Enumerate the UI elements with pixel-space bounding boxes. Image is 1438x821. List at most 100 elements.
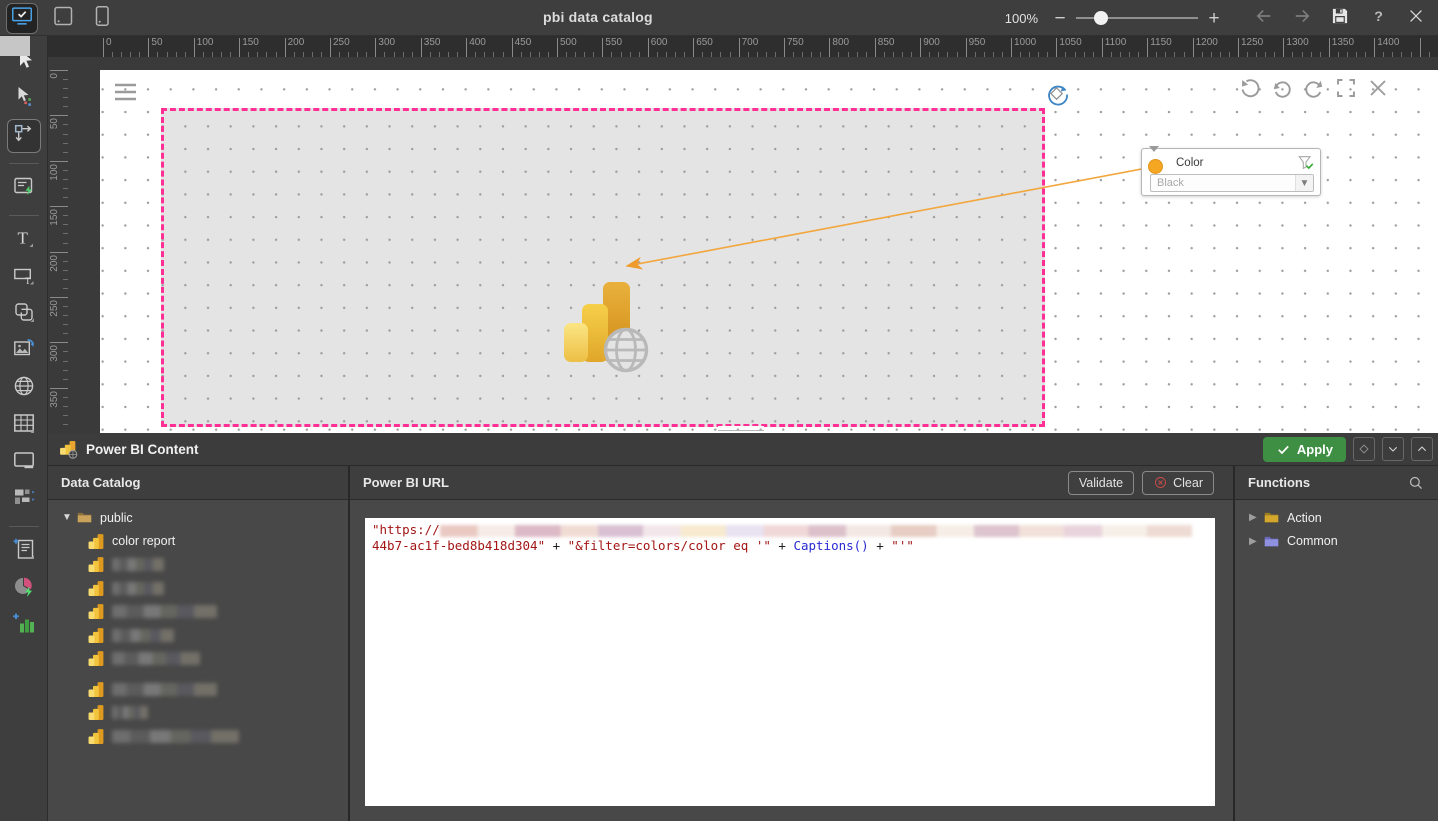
pin-diamond-button[interactable]: [1353, 437, 1375, 461]
tree-item-redacted[interactable]: [48, 678, 348, 702]
layout-grid-tool-button[interactable]: [7, 482, 41, 516]
browser-tool-button[interactable]: [7, 371, 41, 405]
zoom-in-button[interactable]: +: [1206, 9, 1222, 28]
tree-item-color-report[interactable]: color report: [48, 530, 348, 554]
color-value-dropdown[interactable]: Black ▼: [1150, 174, 1314, 192]
tree-item-redacted[interactable]: [48, 701, 348, 725]
bars-plus-icon: [12, 611, 36, 640]
tool-palette: TT: [0, 36, 48, 821]
tree-item-redacted[interactable]: [48, 725, 348, 749]
caret-down-icon[interactable]: ▼: [62, 512, 76, 523]
reset-view-button[interactable]: [1238, 78, 1262, 102]
zoom-out-button[interactable]: −: [1052, 9, 1068, 28]
apply-button[interactable]: Apply: [1263, 437, 1346, 462]
tree-item-label: public: [100, 511, 133, 525]
fullscreen-button[interactable]: [1334, 78, 1358, 102]
device-phone-button[interactable]: [88, 4, 116, 32]
ruler-tick: [466, 38, 467, 57]
tree-item-Common[interactable]: ▶Common: [1235, 530, 1438, 554]
add-form-tool-button[interactable]: [7, 534, 41, 568]
tree-item-redacted[interactable]: [48, 624, 348, 648]
url-code-editor[interactable]: "https://44b7-ac1f-bed8b418d304" + "&fil…: [365, 518, 1215, 806]
canvas-menu-button[interactable]: [113, 81, 138, 103]
connector-anchor-dot[interactable]: [1148, 159, 1163, 174]
ruler-tick: [330, 38, 331, 57]
chart-tool-button[interactable]: [7, 571, 41, 605]
clear-button[interactable]: Clear: [1142, 471, 1214, 495]
ruler-tick: [148, 38, 149, 57]
close-editor-button[interactable]: [1366, 78, 1390, 102]
tree-item-public[interactable]: ▼ public: [48, 506, 348, 530]
textbox-icon: T: [12, 263, 36, 292]
ruler-tick: [1283, 38, 1284, 57]
caret-right-icon[interactable]: ▶: [1249, 536, 1263, 547]
shape-tool-button[interactable]: [7, 297, 41, 331]
textbox-tool-button[interactable]: T: [7, 260, 41, 294]
tree-item-Action[interactable]: ▶Action: [1235, 506, 1438, 530]
redacted-url: [440, 525, 1192, 537]
reset-icon: [1238, 76, 1262, 105]
ruler-tick: [50, 297, 68, 298]
folder-yellow-icon: [1263, 509, 1280, 526]
multi-select-tool-button[interactable]: [7, 82, 41, 116]
chevron-down-icon[interactable]: ▼: [1295, 175, 1313, 191]
monitor-check-icon: [10, 4, 34, 33]
selected-browser-element[interactable]: [161, 108, 1045, 427]
caret-right-icon[interactable]: ▶: [1249, 512, 1263, 523]
app-window: pbi data catalog 100% − + ? TT 050100150…: [0, 0, 1438, 821]
connector-tool-button[interactable]: [7, 119, 41, 153]
shape-icon: [12, 300, 36, 329]
redacted-label: [112, 652, 200, 665]
ruler-tick: [966, 38, 967, 57]
ruler-tick: [63, 152, 68, 153]
ruler-label: 1100: [1105, 37, 1127, 48]
device-tablet-button[interactable]: [49, 4, 77, 32]
rotate-refresh-button[interactable]: [1044, 81, 1070, 107]
validate-button[interactable]: Validate: [1068, 471, 1134, 495]
ruler-tick: [784, 38, 785, 57]
ruler-label: 1200: [1196, 37, 1218, 48]
image-tool-button[interactable]: [7, 334, 41, 368]
color-filter-control[interactable]: Color Black ▼: [1141, 148, 1321, 196]
panel-resize-grip[interactable]: [718, 426, 764, 431]
tree-item-redacted[interactable]: [48, 600, 348, 624]
ruler-tick: [63, 324, 68, 325]
ruler-tick: [63, 397, 68, 398]
ruler-tick: [63, 333, 68, 334]
add-chart-tool-button[interactable]: [7, 608, 41, 642]
collapse-panel-button[interactable]: [1382, 437, 1404, 461]
ruler-label: 1400: [1377, 37, 1399, 48]
zoom-slider[interactable]: [1076, 11, 1198, 25]
undo-button[interactable]: [1270, 78, 1294, 102]
search-icon[interactable]: [1407, 474, 1425, 492]
redo-button[interactable]: [1302, 78, 1326, 102]
tree-item-redacted[interactable]: [48, 647, 348, 671]
text-tool-button[interactable]: T: [7, 223, 41, 257]
device-monitor-button[interactable]: [6, 3, 38, 34]
pbi-report-icon: [88, 728, 105, 745]
ruler-tick: [50, 388, 68, 389]
zoom-slider-thumb[interactable]: [1094, 11, 1108, 25]
code-token: +: [771, 538, 794, 553]
tree-item-redacted[interactable]: [48, 553, 348, 577]
chevron-down-icon: [1385, 441, 1401, 457]
expand-panel-button[interactable]: [1411, 437, 1433, 461]
redacted-label: [112, 605, 217, 618]
redacted-label: [112, 629, 174, 642]
browser-icon: [12, 374, 36, 403]
design-canvas[interactable]: Color Black ▼: [100, 70, 1438, 433]
panel-tool-button[interactable]: [7, 445, 41, 479]
power-bi-content-icon: [59, 440, 78, 459]
forward-button[interactable]: [1290, 6, 1314, 30]
ruler-tick: [63, 224, 68, 225]
back-button[interactable]: [1252, 6, 1276, 30]
table-tool-button[interactable]: [7, 408, 41, 442]
ruler-corner: [0, 36, 30, 56]
ruler-label: 550: [605, 37, 622, 48]
help-button[interactable]: ?: [1366, 6, 1390, 30]
filter-check-icon[interactable]: [1297, 154, 1315, 172]
form-control-tool-button[interactable]: [7, 171, 41, 205]
tree-item-redacted[interactable]: [48, 577, 348, 601]
save-button[interactable]: [1328, 6, 1352, 30]
close-window-button[interactable]: [1404, 6, 1428, 30]
